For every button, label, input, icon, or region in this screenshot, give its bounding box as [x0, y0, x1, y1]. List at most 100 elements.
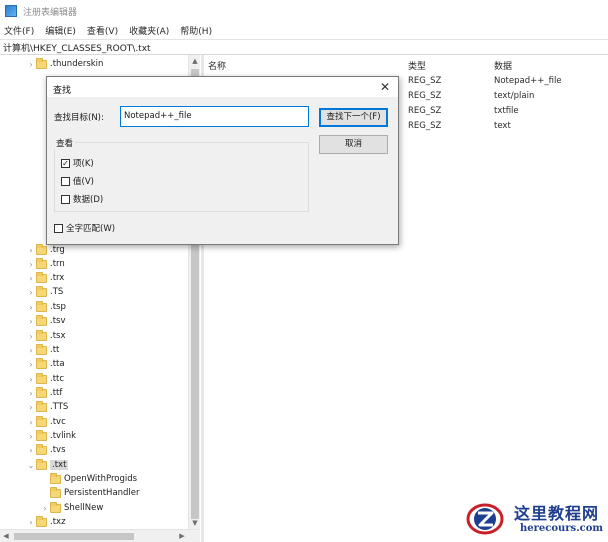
folder-icon	[36, 285, 47, 297]
tree-item[interactable]: › .TS	[26, 285, 63, 299]
folder-icon	[36, 271, 47, 283]
tree-item[interactable]: › .tsv	[26, 314, 66, 328]
expand-chevron-icon[interactable]: ›	[26, 303, 36, 312]
menu-edit[interactable]: 编辑(E)	[45, 24, 76, 37]
folder-icon	[36, 329, 47, 341]
data-checkbox[interactable]: 数据(D)	[61, 193, 103, 205]
tree-item[interactable]: › .trx	[26, 271, 64, 285]
tree-item[interactable]: OpenWithProgids	[40, 472, 137, 486]
folder-icon	[36, 343, 47, 355]
expand-chevron-icon[interactable]: ›	[40, 504, 50, 513]
scroll-up-arrow-icon[interactable]: ▲	[189, 55, 201, 67]
column-header-name[interactable]: 名称	[208, 59, 226, 72]
column-header-type[interactable]: 类型	[408, 59, 426, 72]
expand-chevron-icon[interactable]: ›	[26, 360, 36, 369]
checkbox-checked-icon[interactable]: ✓	[61, 158, 70, 168]
tree-item[interactable]: › .tvlink	[26, 429, 76, 443]
tree-item-label: .txt	[50, 460, 69, 470]
tree-item-label: .tta	[50, 359, 65, 369]
tree-item[interactable]: › .trg	[26, 243, 65, 257]
tree-item-label: .thunderskin	[50, 59, 104, 69]
expand-chevron-icon[interactable]: ›	[26, 389, 36, 398]
expand-chevron-icon[interactable]: ›	[26, 260, 36, 269]
expand-chevron-icon[interactable]: ›	[26, 246, 36, 255]
scroll-thumb[interactable]	[14, 533, 134, 540]
checkbox-icon[interactable]	[54, 223, 63, 233]
watermark-name: 这里教程网	[514, 504, 600, 523]
tree-item[interactable]: › ShellNew	[40, 501, 103, 515]
expand-chevron-icon[interactable]: ›	[26, 375, 36, 384]
close-icon[interactable]: ✕	[378, 80, 392, 94]
find-what-label: 查找目标(N):	[54, 113, 104, 123]
expand-chevron-icon[interactable]: ›	[26, 446, 36, 455]
folder-icon	[36, 415, 47, 427]
list-header: 名称 类型 数据	[204, 55, 608, 72]
address-bar[interactable]: 计算机\HKEY_CLASSES_ROOT\.txt	[0, 39, 608, 55]
tree-item-label: .tsx	[50, 331, 66, 341]
scroll-right-arrow-icon[interactable]: ▶	[176, 530, 188, 542]
folder-icon	[36, 57, 47, 69]
values-checkbox[interactable]: 值(V)	[61, 175, 94, 187]
expand-chevron-icon[interactable]: ›	[26, 274, 36, 283]
tree-horizontal-scrollbar[interactable]: ◀ ▶	[0, 529, 200, 542]
watermark-logo-icon	[466, 503, 504, 535]
expand-chevron-icon[interactable]: ›	[26, 432, 36, 441]
tree-item-label: OpenWithProgids	[64, 474, 138, 484]
tree-item-selected[interactable]: ⌄ .txt	[26, 458, 69, 472]
tree-item[interactable]: › .tsp	[26, 300, 66, 314]
checkbox-icon[interactable]	[61, 176, 70, 186]
scroll-left-arrow-icon[interactable]: ◀	[0, 530, 12, 542]
data-checkbox-label: 数据(D)	[73, 195, 104, 205]
collapse-chevron-icon[interactable]: ⌄	[26, 461, 36, 470]
folder-icon	[36, 386, 47, 398]
keys-checkbox[interactable]: ✓ 项(K)	[61, 157, 94, 169]
watermark: 这里教程网 herecours.com	[460, 496, 608, 542]
tree-item[interactable]: › .txz	[26, 515, 66, 529]
values-checkbox-label: 值(V)	[73, 177, 94, 187]
menu-file[interactable]: 文件(F)	[4, 24, 34, 37]
match-whole-string-checkbox[interactable]: 全字匹配(W)	[54, 222, 115, 234]
folder-icon	[36, 314, 47, 326]
menu-view[interactable]: 查看(V)	[87, 24, 118, 37]
expand-chevron-icon[interactable]: ›	[26, 288, 36, 297]
expand-chevron-icon[interactable]: ›	[26, 346, 36, 355]
find-what-input[interactable]: Notepad++_file	[120, 106, 309, 127]
tree-item-label: .txz	[50, 517, 66, 527]
expand-chevron-icon[interactable]: ›	[26, 60, 36, 69]
expand-chevron-icon[interactable]: ›	[26, 418, 36, 427]
checkbox-icon[interactable]	[61, 194, 70, 204]
expand-chevron-icon[interactable]: ›	[26, 332, 36, 341]
menu-help[interactable]: 帮助(H)	[180, 24, 212, 37]
tree-item[interactable]: › .tvc	[26, 415, 66, 429]
tree-item-label: .trn	[50, 259, 65, 269]
find-next-button[interactable]: 查找下一个(F)	[319, 108, 388, 127]
expand-chevron-icon[interactable]: ›	[26, 403, 36, 412]
tree-item[interactable]: PersistentHandler	[40, 486, 140, 500]
tree-item[interactable]: › .tta	[26, 357, 65, 371]
look-at-group-title: 查看	[54, 137, 76, 149]
tree-item[interactable]: › .ttf	[26, 386, 62, 400]
expand-chevron-icon[interactable]: ›	[26, 317, 36, 326]
tree-item[interactable]: › .thunderskin	[26, 57, 103, 71]
value-data: Notepad++_file	[494, 76, 562, 86]
tree-item-label: .tvlink	[50, 431, 77, 441]
tree-item[interactable]: › .ttc	[26, 372, 64, 386]
watermark-url: herecours.com	[520, 523, 604, 534]
expand-chevron-icon[interactable]: ›	[26, 518, 36, 527]
cancel-button[interactable]: 取消	[319, 135, 388, 154]
dialog-body: 查找目标(N): Notepad++_file 查找下一个(F) 取消 查看 ✓…	[47, 97, 398, 244]
value-type: REG_SZ	[408, 76, 442, 86]
menu-favorites[interactable]: 收藏夹(A)	[129, 24, 169, 37]
folder-icon	[36, 400, 47, 412]
value-type: REG_SZ	[408, 121, 442, 131]
tree-item[interactable]: › .tt	[26, 343, 59, 357]
window-title: 注册表编辑器	[23, 7, 78, 18]
tree-item[interactable]: › .tvs	[26, 443, 66, 457]
folder-icon	[50, 501, 61, 513]
column-header-data[interactable]: 数据	[494, 59, 512, 72]
scroll-down-arrow-icon[interactable]: ▼	[189, 517, 201, 529]
tree-item[interactable]: › .trn	[26, 257, 65, 271]
tree-item[interactable]: › .tsx	[26, 329, 66, 343]
tree-item[interactable]: › .TTS	[26, 400, 68, 414]
folder-icon	[50, 486, 61, 498]
